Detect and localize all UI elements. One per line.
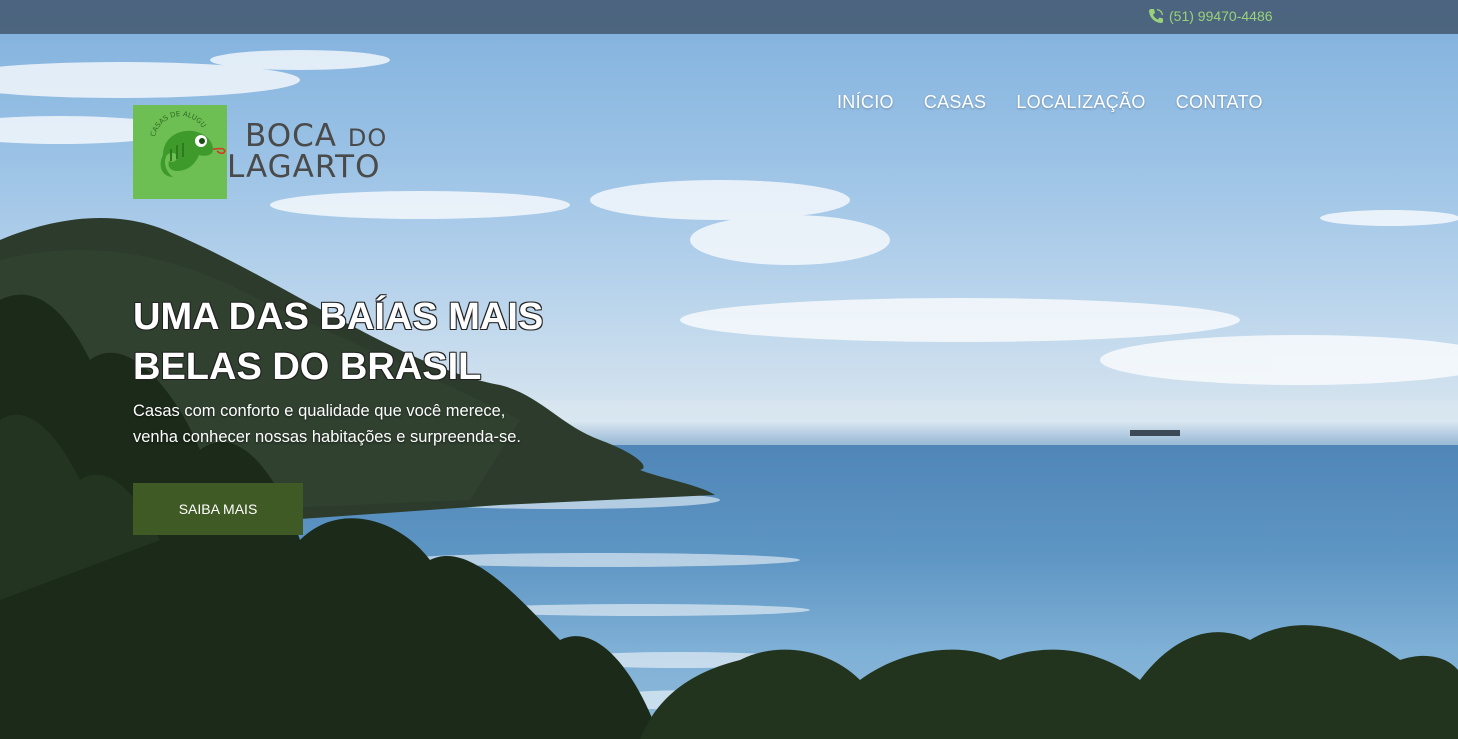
- hero-subtitle: Casas com conforto e qualidade que você …: [133, 398, 521, 450]
- hero-headline-line2: BELAS DO BRASIL: [133, 346, 482, 388]
- hero-subtitle-line2: venha conhecer nossas habitações e surpr…: [133, 428, 521, 446]
- logo-wordmark: BOCA DO LAGARTO: [227, 121, 388, 183]
- chameleon-logo-icon: CASAS DE ALUGUEL: [131, 99, 227, 199]
- saiba-mais-button[interactable]: SAIBA MAIS: [133, 483, 303, 535]
- logo-word-do: DO: [347, 124, 388, 152]
- nav-contato[interactable]: CONTATO: [1176, 92, 1263, 113]
- logo-word-lagarto: LAGARTO: [227, 149, 381, 185]
- brand-logo[interactable]: CASAS DE ALUGUEL BOCA DO LAGARTO: [131, 99, 388, 199]
- hero-headline-line1: UMA DAS BAÍAS MAIS: [133, 296, 544, 338]
- main-nav: INÍCIO CASAS LOCALIZAÇÃO CONTATO: [837, 92, 1263, 113]
- phone-number: (51) 99470-4486: [1169, 8, 1273, 24]
- nav-casas[interactable]: CASAS: [924, 92, 987, 113]
- hero-subtitle-line1: Casas com conforto e qualidade que você …: [133, 402, 506, 420]
- nav-inicio[interactable]: INÍCIO: [837, 92, 894, 113]
- hero-headline: UMA DAS BAÍAS MAIS BELAS DO BRASIL: [133, 292, 543, 392]
- phone-icon: [1149, 8, 1164, 23]
- phone-contact[interactable]: (51) 99470-4486: [1148, 8, 1273, 24]
- nav-localizacao[interactable]: LOCALIZAÇÃO: [1016, 92, 1145, 113]
